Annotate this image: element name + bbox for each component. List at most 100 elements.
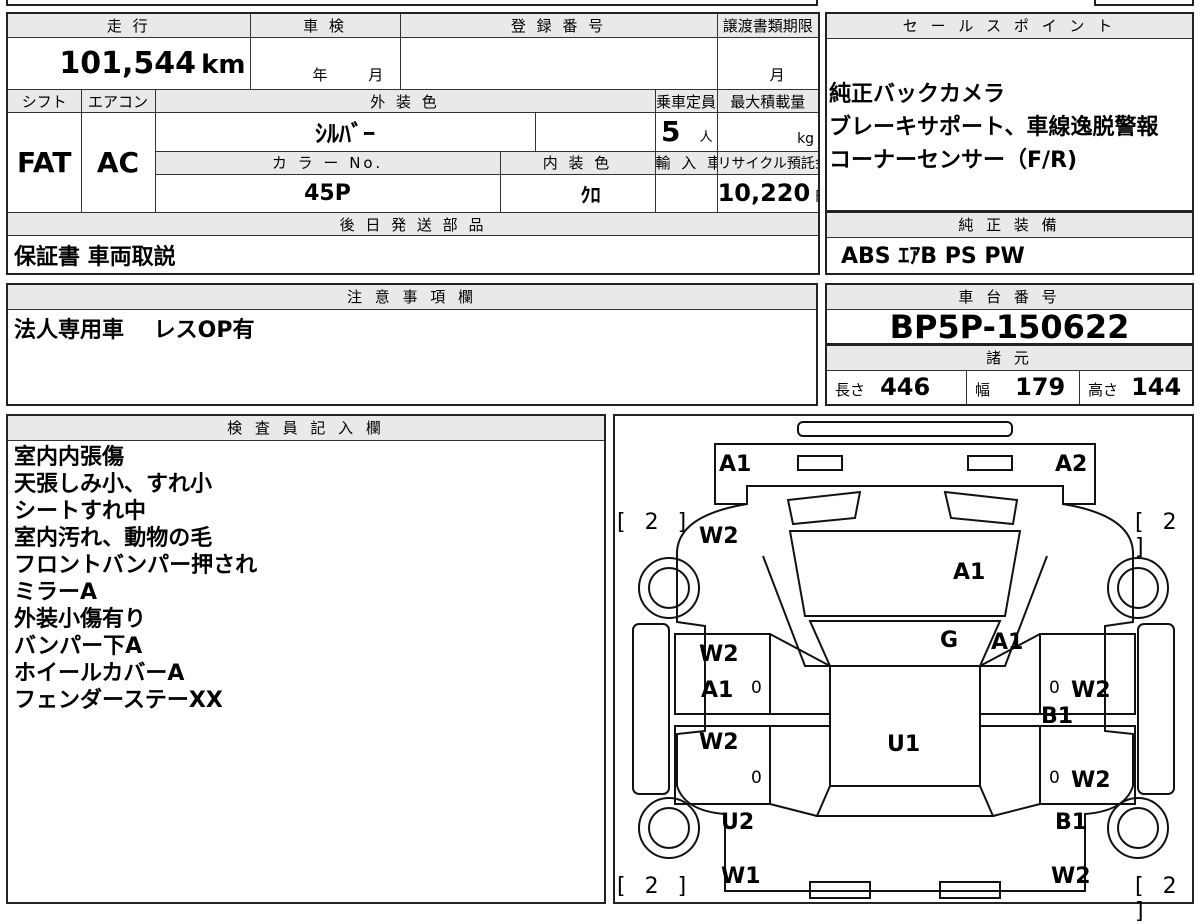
mark-left-front-fender: W2 — [699, 524, 739, 549]
inspection-year: 年 — [312, 66, 328, 85]
capacity-value: 5 — [660, 115, 681, 149]
mark-hood: A1 — [953, 560, 986, 585]
mark-left-rear-bumper: W1 — [721, 864, 761, 889]
genuine-equipment-value: ABS ｴｱB PS PW — [841, 244, 1025, 269]
interior-color-value: ｸﾛ — [580, 182, 601, 207]
import-header: 輸 入 車 — [654, 150, 718, 175]
recycle-value: 10,220 — [717, 179, 811, 208]
transfer-day: 日 — [817, 66, 818, 84]
specs-height-value: 144 — [1131, 373, 1182, 401]
interior-color-header: 内 装 色 — [499, 150, 656, 175]
inspector-line: 室内汚れ、動物の毛 — [14, 526, 213, 551]
inspector-list: 室内内張傷 天張しみ小、すれ小 シートすれ中 室内汚れ、動物の毛 フロントバンパ… — [14, 444, 257, 714]
notes-box: 注 意 事 項 欄 法人専用車 レスOP有 — [6, 283, 818, 406]
chassis-box: 車 台 番 号 BP5P-150622 — [825, 283, 1194, 345]
grille-right-shape — [943, 490, 1019, 526]
mileage-value: 101,544 — [59, 45, 197, 81]
wheel-rear-left-inner — [648, 807, 690, 849]
mark-left-front-door-a1: A1 — [701, 678, 734, 703]
specs-height-label: 高さ — [1088, 381, 1119, 399]
door-zero-mark: 0 — [1049, 768, 1060, 788]
aircon-header: エアコン — [80, 89, 156, 114]
specs-width-value: 179 — [1015, 373, 1066, 401]
inspection-month: 月 — [368, 66, 384, 85]
transfer-deadline-header: 譲渡書類期限 — [716, 12, 820, 38]
mileage-unit: km — [201, 49, 246, 80]
vehicle-info-table: 走 行 車 検 登 録 番 号 譲渡書類期限 101,544 km 年 月 月 … — [6, 12, 821, 275]
inspector-line: バンパー下A — [14, 634, 143, 659]
genuine-equipment-header: 純 正 装 備 — [827, 213, 1192, 238]
mark-right-rear-door: W2 — [1071, 768, 1111, 793]
registration-cell — [399, 36, 718, 91]
mark-windshield-g: G — [940, 628, 959, 653]
mark-windshield-a1: A1 — [991, 630, 1024, 655]
front-left-light-shape — [797, 455, 843, 471]
exterior-color-header: 外 装 色 — [154, 89, 656, 114]
specs-height: 高さ 144 — [1080, 370, 1192, 404]
inspector-line: フロントバンパー押され — [14, 553, 258, 578]
mark-left-rear-door: W2 — [699, 730, 739, 755]
registration-header: 登 録 番 号 — [399, 12, 718, 38]
inspector-line: ミラーA — [14, 580, 98, 605]
specs-box: 諸 元 長さ 446 幅 179 高さ 144 — [825, 344, 1194, 406]
exterior-color-value: ｼﾙﾊﾞｰ — [154, 112, 536, 152]
genuine-equipment-box: 純 正 装 備 ABS ｴｱB PS PW — [825, 211, 1194, 275]
mark-roof: U1 — [887, 732, 921, 757]
door-zero-mark: 0 — [751, 678, 762, 698]
recycle-header: リサイクル預託金 — [716, 150, 820, 175]
mark-left-rear-quarter: U2 — [721, 810, 755, 835]
shift-value: FAT — [6, 112, 82, 213]
inspector-line: シートすれ中 — [14, 499, 147, 524]
import-cell — [654, 173, 718, 213]
door-zero-mark: 0 — [751, 768, 762, 788]
bracket-count: [ 2 ] — [1135, 510, 1183, 560]
notes-header: 注 意 事 項 欄 — [8, 285, 816, 310]
sales-point-line: コーナーセンサー（F/R) — [829, 148, 1078, 173]
max-load-header: 最大積載量 — [716, 89, 820, 114]
inspection-cell: 年 月 — [249, 36, 401, 91]
sales-point-line: ブレーキサポート、車線逸脱警報 — [829, 115, 1159, 140]
wheel-front-left-inner — [648, 567, 690, 609]
chassis-header: 車 台 番 号 — [827, 285, 1192, 310]
front-bumper-shape — [714, 443, 1096, 505]
left-rocker-shape — [632, 623, 670, 795]
mileage-header: 走 行 — [6, 12, 251, 38]
chassis-value: BP5P-150622 — [889, 308, 1130, 346]
mileage-cell: 101,544 km — [6, 36, 251, 91]
mark-right-rear-bumper: W2 — [1051, 864, 1091, 889]
inspector-line: 天張しみ小、すれ小 — [14, 472, 213, 497]
inspector-box: 検 査 員 記 入 欄 室内内張傷 天張しみ小、すれ小 シートすれ中 室内汚れ、… — [6, 414, 606, 904]
front-right-light-shape — [967, 455, 1013, 471]
specs-header: 諸 元 — [827, 346, 1192, 371]
mark-left-front-door-w2: W2 — [699, 642, 739, 667]
recycle-unit: 円 — [815, 189, 818, 205]
specs-width: 幅 179 — [967, 370, 1080, 404]
later-parts-value: 保証書 車両取説 — [6, 235, 820, 275]
door-zero-mark: 0 — [1049, 678, 1060, 698]
mark-right-front-door: W2 — [1071, 678, 1111, 703]
top-cutoff-strip — [6, 0, 818, 6]
grille-left-shape — [786, 490, 862, 526]
specs-length: 長さ 446 — [827, 370, 967, 404]
max-load-cell: kg — [716, 112, 820, 152]
right-rocker-shape — [1137, 623, 1175, 795]
transfer-month: 月 — [769, 66, 785, 85]
mark-front-left-bumper: A1 — [719, 452, 752, 477]
shift-header: シフト — [6, 89, 82, 114]
wheel-front-right-inner — [1117, 567, 1159, 609]
sales-points-list: 純正バックカメラ ブレーキサポート、車線逸脱警報 コーナーセンサー（F/R) — [829, 78, 1159, 177]
exterior-color-extra — [534, 112, 656, 152]
inspector-line: フェンダーステーXX — [14, 688, 223, 713]
later-parts-header: 後 日 発 送 部 品 — [6, 211, 820, 237]
color-no-value: 45P — [154, 173, 501, 213]
sales-point-line: 純正バックカメラ — [829, 82, 1006, 107]
sales-points-header: セ ー ル ス ポ イ ン ト — [827, 14, 1192, 39]
mark-right-rocker: B1 — [1041, 704, 1074, 729]
roof-shape — [829, 665, 981, 787]
color-no-header: カ ラ ー No. — [154, 150, 501, 175]
transfer-deadline-cell: 月 日 — [716, 36, 820, 91]
specs-length-label: 長さ — [835, 381, 866, 399]
capacity-header: 乗車定員 — [654, 89, 718, 114]
aircon-value: AC — [80, 112, 156, 213]
specs-length-value: 446 — [880, 373, 931, 401]
